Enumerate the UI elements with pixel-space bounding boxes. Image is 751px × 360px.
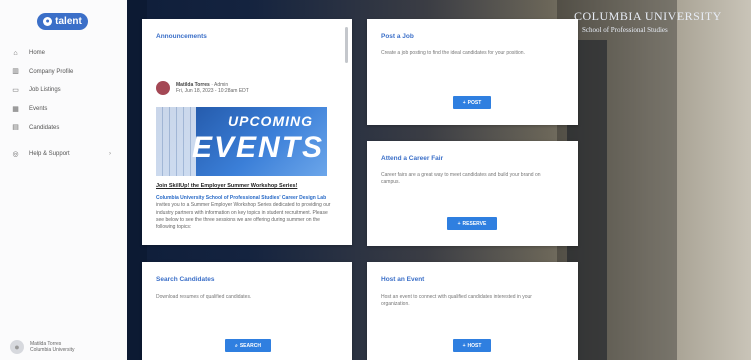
reserve-button-label: RESERVE: [462, 220, 487, 227]
search-button[interactable]: ⌕ SEARCH: [225, 339, 271, 352]
sidebar-item-home[interactable]: ⌂ Home: [0, 44, 127, 63]
author-avatar: [156, 81, 170, 95]
chevron-right-icon: ›: [109, 151, 111, 158]
career-fair-title: Attend a Career Fair: [381, 155, 444, 162]
reserve-button[interactable]: + RESERVE: [447, 217, 497, 230]
sidebar-item-help-support[interactable]: ◎ Help & Support ›: [0, 145, 127, 164]
search-button-label: SEARCH: [239, 342, 261, 349]
search-icon: ⌕: [235, 342, 238, 349]
host-event-card: Host an Event Host an event to connect w…: [367, 262, 578, 360]
announcements-title: Announcements: [156, 33, 207, 40]
sidebar-item-label: Help & Support: [29, 151, 70, 158]
poster-events: EVENTS: [192, 131, 325, 164]
post-button-label: POST: [467, 99, 482, 106]
sidebar-item-candidates[interactable]: ▤ Candidates: [0, 118, 127, 137]
career-fair-description: Career fairs are a great way to meet can…: [381, 172, 541, 185]
plus-icon: +: [457, 220, 461, 227]
sidebar-item-label: Company Profile: [29, 68, 74, 75]
host-button-label: HOST: [467, 342, 482, 349]
sidebar-item-job-listings[interactable]: ▭ Job Listings: [0, 81, 127, 100]
calendar-icon: ▦: [12, 105, 19, 113]
sidebar-item-label: Home: [29, 50, 46, 57]
calendar-pattern: [156, 107, 196, 176]
events-poster-image: UPCOMING EVENTS: [156, 107, 327, 176]
announcements-scrollbar[interactable]: [345, 27, 348, 63]
sidebar-item-company-profile[interactable]: ▥ Company Profile: [0, 63, 127, 82]
sidebar-item-label: Candidates: [29, 124, 60, 131]
banner-subtitle: School of Professional Studies: [582, 26, 668, 34]
plus-icon: +: [462, 342, 466, 349]
host-button[interactable]: + HOST: [453, 339, 491, 352]
user-org: Columbia University: [30, 347, 75, 353]
briefcase-icon: ▭: [12, 86, 19, 94]
document-icon: ▤: [12, 124, 19, 132]
post-job-description: Create a job posting to find the ideal c…: [381, 50, 525, 56]
host-event-title: Host an Event: [381, 276, 425, 283]
announcement-link[interactable]: Columbia University School of Profession…: [156, 195, 326, 201]
host-event-description: Host an event to connect with qualified …: [381, 294, 532, 307]
sidebar-item-label: Job Listings: [29, 87, 61, 94]
avatar: ●: [10, 340, 24, 354]
logo-mark-icon: ●: [43, 17, 53, 26]
sidebar-nav: ⌂ Home ▥ Company Profile ▭ Job Listings …: [0, 44, 127, 164]
sidebar-item-events[interactable]: ▦ Events: [0, 100, 127, 119]
sidebar-item-label: Events: [29, 106, 48, 113]
university-banner: COLUMBIA UNIVERSITY School of Profession…: [574, 9, 722, 34]
announcement-body: Columbia University School of Profession…: [156, 195, 332, 231]
logo-text: talent: [55, 16, 82, 27]
home-icon: ⌂: [13, 49, 18, 57]
announcement-text: invites you to a Summer Employer Worksho…: [156, 202, 331, 231]
announcement-author: Matilda Torres · Admin Fri, Jun 18, 2023…: [156, 81, 249, 95]
post-button[interactable]: + POST: [453, 96, 491, 109]
poster-upcoming: UPCOMING: [228, 113, 313, 129]
search-candidates-title: Search Candidates: [156, 276, 215, 283]
search-candidates-description: Download resumes of qualified candidates…: [156, 294, 252, 300]
talent-logo[interactable]: ● talent: [37, 13, 88, 30]
plus-icon: +: [462, 99, 466, 106]
post-job-title: Post a Job: [381, 33, 414, 40]
post-job-card: Post a Job Create a job posting to find …: [367, 19, 578, 125]
building-icon: ▥: [12, 68, 19, 76]
announcement-date: Fri, Jun 18, 2023 - 10:28am EDT: [176, 88, 249, 94]
career-fair-card: Attend a Career Fair Career fairs are a …: [367, 141, 578, 246]
banner-title: COLUMBIA UNIVERSITY: [574, 9, 722, 23]
sidebar: ● talent ⌂ Home ▥ Company Profile ▭ Job …: [0, 0, 128, 360]
help-icon: ◎: [12, 150, 19, 158]
user-profile[interactable]: ● Matilda Torres Columbia University: [10, 340, 74, 354]
announcements-card: Announcements Matilda Torres · Admin Fri…: [142, 19, 352, 245]
search-candidates-card: Search Candidates Download resumes of qu…: [142, 262, 352, 360]
announcement-headline[interactable]: Join SkillUp! the Employer Summer Worksh…: [156, 183, 336, 189]
